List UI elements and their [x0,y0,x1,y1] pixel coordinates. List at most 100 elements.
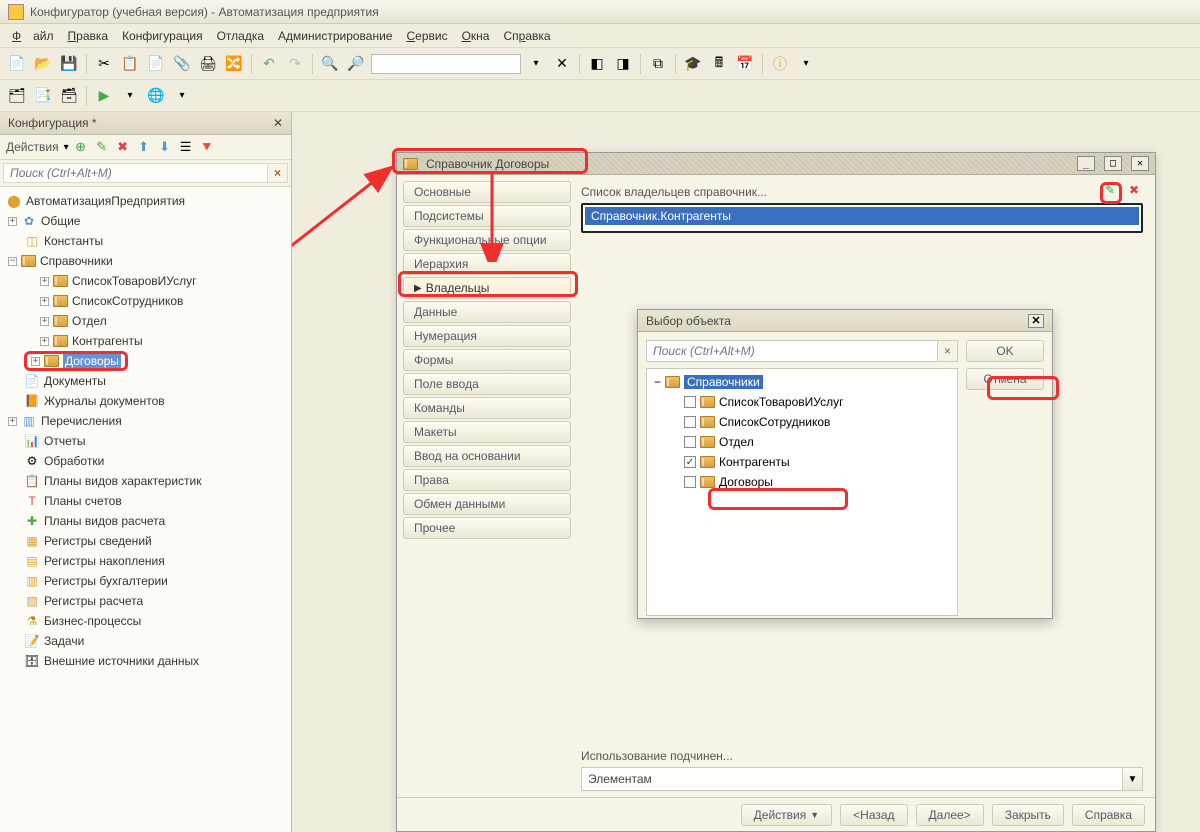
chooser-search-input[interactable] [646,340,938,362]
copy-icon[interactable]: 📋 [119,53,141,75]
tb-icon-1[interactable]: ◧ [586,53,608,75]
tab-commands[interactable]: Команды [403,397,571,419]
panel-search-input[interactable] [3,163,268,183]
owners-list-item[interactable]: Справочник.Контрагенты [585,207,1139,225]
edit-icon[interactable]: ✎ [93,138,111,156]
debug-drop-icon[interactable]: ▾ [171,85,193,107]
tab-exchange[interactable]: Обмен данными [403,493,571,515]
tree-node-bizproc[interactable]: ⚗Бизнес-процессы [2,611,289,631]
delete-icon[interactable]: ✖ [114,138,132,156]
save-icon[interactable]: 💾 [58,53,80,75]
chooser-item-goods[interactable]: СписокТоваровИУслуг [650,392,954,412]
clear-search-icon[interactable]: ✕ [551,53,573,75]
tree-node-calcplans[interactable]: ✚Планы видов расчета [2,511,289,531]
chooser-item-contracts[interactable]: Договоры [650,472,954,492]
chooser-item-dept[interactable]: Отдел [650,432,954,452]
tree-node-documents[interactable]: 📄Документы [2,371,289,391]
calc-icon[interactable]: 🖩 [708,53,730,75]
edit-owner-icon[interactable]: ✎ [1101,181,1119,199]
undo-icon[interactable]: ↶ [258,53,280,75]
clipboard-icon[interactable]: 📎 [171,53,193,75]
tb-icon-2[interactable]: ◨ [612,53,634,75]
footer-help-button[interactable]: Справка [1072,804,1145,826]
tree-node-inforeg[interactable]: ▦Регистры сведений [2,531,289,551]
chooser-item-employees[interactable]: СписокСотрудников [650,412,954,432]
chooser-tree[interactable]: − Справочники СписокТоваровИУслуг Список… [646,368,958,616]
tab-funcopts[interactable]: Функциональные опции [403,229,571,251]
footer-next-button[interactable]: Далее> [916,804,984,826]
chevron-down-icon[interactable]: ▼ [1122,768,1142,790]
tab-templates[interactable]: Макеты [403,421,571,443]
sort-icon[interactable]: ☰ [177,138,195,156]
tree-node-dept[interactable]: +Отдел [2,311,289,331]
dialog-close-icon[interactable]: ✕ [1131,156,1149,171]
footer-actions-button[interactable]: Действия▼ [741,804,833,826]
info-drop-icon[interactable]: ▾ [795,53,817,75]
tab-owners[interactable]: ▶Владельцы [403,277,571,299]
menu-admin[interactable]: Администрирование [272,27,398,45]
paste-icon[interactable]: 📄 [145,53,167,75]
tb2-icon-2[interactable]: 📑 [32,85,54,107]
tab-other[interactable]: Прочее [403,517,571,539]
menu-file[interactable]: Файл [6,27,60,45]
print-icon[interactable]: 🖨 [197,53,219,75]
search-drop-icon[interactable]: ▾ [525,53,547,75]
footer-close-button[interactable]: Закрыть [992,804,1064,826]
tree-node-calcreg[interactable]: ▧Регистры расчета [2,591,289,611]
menu-debug[interactable]: Отладка [211,27,270,45]
open-icon[interactable]: 📂 [32,53,54,75]
chooser-root[interactable]: − Справочники [650,372,954,392]
tree-node-contracts[interactable]: +Договоры [2,351,289,371]
menu-service[interactable]: Сервис [400,27,453,45]
add-icon[interactable]: ⊕ [72,138,90,156]
tab-rights[interactable]: Права [403,469,571,491]
tree-node-extdata[interactable]: 🗄Внешние источники данных [2,651,289,671]
tree-node-employees[interactable]: +СписокСотрудников [2,291,289,311]
tree-node-journals[interactable]: 📙Журналы документов [2,391,289,411]
tab-forms[interactable]: Формы [403,349,571,371]
run2-icon[interactable]: ▾ [119,85,141,107]
tree-node-common[interactable]: +✿Общие [2,211,289,231]
tb-icon-4[interactable]: 🎓 [682,53,704,75]
toolbar-search[interactable] [371,54,521,74]
redo-icon[interactable]: ↷ [284,53,306,75]
tree-root[interactable]: ⬤ АвтоматизацияПредприятия [2,191,289,211]
move-down-icon[interactable]: ⬇ [156,138,174,156]
remove-owner-icon[interactable]: ✖ [1125,181,1143,199]
zoom-icon[interactable]: 🔎 [345,53,367,75]
tab-hierarchy[interactable]: Иерархия [403,253,571,275]
menu-help[interactable]: Справка [497,27,556,45]
tb2-icon-3[interactable]: 🗃 [58,85,80,107]
chooser-cancel-button[interactable]: Отмена [966,368,1044,390]
tree-node-processors[interactable]: ⚙Обработки [2,451,289,471]
tab-inputfield[interactable]: Поле ввода [403,373,571,395]
panel-actions-label[interactable]: Действия [6,140,59,154]
chooser-close-icon[interactable]: ✕ [1028,314,1044,328]
tree-node-reports[interactable]: 📊Отчеты [2,431,289,451]
tree-node-bookreg[interactable]: ▥Регистры бухгалтерии [2,571,289,591]
tree-node-counterparty[interactable]: +Контрагенты [2,331,289,351]
owners-list[interactable]: Справочник.Контрагенты [581,203,1143,233]
chooser-search-clear-icon[interactable]: × [938,340,958,362]
menu-windows[interactable]: Окна [456,27,496,45]
tab-main[interactable]: Основные [403,181,571,203]
tree-node-enums[interactable]: +▥Перечисления [2,411,289,431]
tree-node-constants[interactable]: ◫Константы [2,231,289,251]
calendar-icon[interactable]: 📅 [734,53,756,75]
chooser-ok-button[interactable]: OK [966,340,1044,362]
config-tree[interactable]: ⬤ АвтоматизацияПредприятия +✿Общие ◫Конс… [0,187,291,832]
tree-node-accounts[interactable]: ТПланы счетов [2,491,289,511]
tree-node-catalogs[interactable]: −Справочники [2,251,289,271]
tb-icon-3[interactable]: ⧉ [647,53,669,75]
chooser-titlebar[interactable]: Выбор объекта ✕ [638,310,1052,332]
maximize-icon[interactable]: □ [1104,156,1122,171]
tree-node-goods[interactable]: +СписокТоваровИУслуг [2,271,289,291]
menu-edit[interactable]: Правка [62,27,115,45]
footer-back-button[interactable]: <Назад [840,804,907,826]
run-icon[interactable]: ▶ [93,85,115,107]
tree-node-accreg[interactable]: ▤Регистры накопления [2,551,289,571]
chooser-item-counterparty[interactable]: ✓Контрагенты [650,452,954,472]
find-icon[interactable]: 🔍 [319,53,341,75]
filter-icon[interactable]: 🔻 [198,138,216,156]
tree-node-charplans[interactable]: 📋Планы видов характеристик [2,471,289,491]
